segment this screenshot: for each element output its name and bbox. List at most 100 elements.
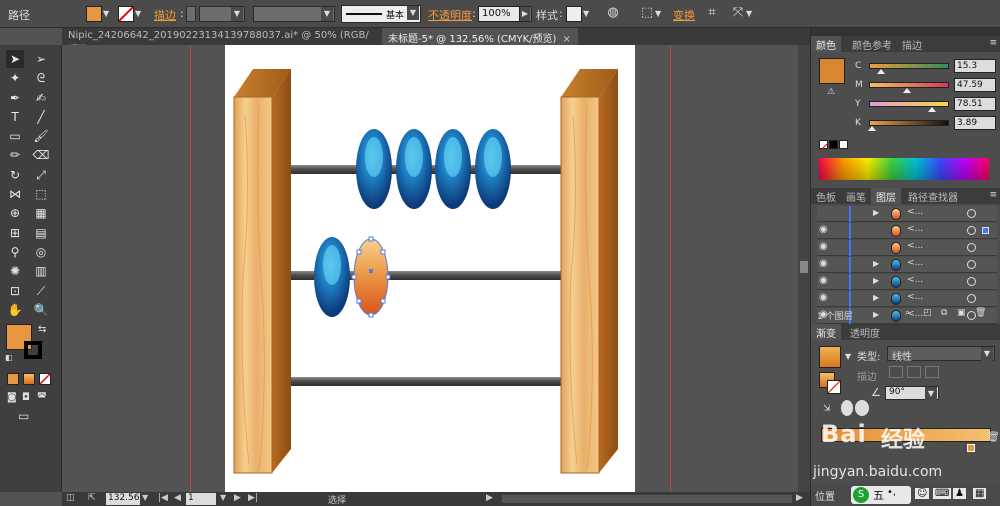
ime-mode[interactable]: 五 [873,487,884,503]
eraser-tool-icon[interactable]: ⌫ [32,146,50,164]
magic-wand-tool-icon[interactable]: ✦ [6,69,24,87]
channel-ramp[interactable] [869,101,949,107]
layer-name[interactable]: <... [907,224,923,234]
zoom-tool-icon[interactable]: 🔍 [32,301,50,319]
width-tool-icon[interactable]: ⋈ [6,185,24,203]
visibility-eye-icon[interactable]: ◉ [819,292,828,303]
layer-row[interactable]: ◉ ▶ <... [817,257,997,273]
shape-builder-tool-icon[interactable]: ⊕ [6,204,24,222]
symbol-sprayer-tool-icon[interactable]: ✺ [6,262,24,280]
transform-link[interactable]: 变换 [673,7,695,23]
doc-tab-nipic[interactable]: Nipic_24206642_20190223134139788037.ai* … [62,28,380,56]
target-icon[interactable] [967,209,976,218]
panel-menu-icon[interactable]: ≡ [989,38,997,48]
tab-brushes[interactable]: 画笔 [841,188,871,204]
stroke-weight-dropdown[interactable]: ▼ [199,6,245,22]
layer-row[interactable]: ◉ ▶ <... [817,291,997,307]
expand-icon[interactable]: ▶ [873,259,879,268]
chevron-down-icon[interactable]: ▼ [135,7,141,21]
brush-profile-dropdown[interactable]: 基本 ▼ [341,5,421,23]
white-swatch[interactable] [839,140,848,149]
none-swatch[interactable] [819,140,829,152]
recolor-icon[interactable]: ◍ [605,6,621,20]
expand-icon[interactable]: ▶ [873,208,879,217]
locate-object-icon[interactable]: ⌕ [905,308,910,318]
gradient-mode-icon[interactable] [23,373,35,385]
tab-stroke[interactable]: 描边 [897,36,927,52]
anchor-point[interactable] [368,312,374,318]
new-sublayer-icon[interactable]: ⧉ [941,308,947,318]
tab-color[interactable]: 颜色 [811,36,841,52]
anchor-point[interactable] [356,249,362,255]
stroke-swatch[interactable] [118,6,134,22]
tab-layers[interactable]: 图层 [871,188,901,204]
page-input[interactable]: 1 [186,493,216,505]
gradient-stroke-icon[interactable] [827,380,841,394]
yellow-slider[interactable]: Y 78.51 [819,96,997,114]
variable-width-dropdown[interactable]: ▼ [253,6,335,22]
visibility-eye-icon[interactable]: ◉ [819,224,828,235]
layer-name[interactable]: <... [907,275,923,285]
stroke-gradient-icon[interactable] [889,366,903,378]
chevron-down-icon[interactable]: ▼ [103,7,109,21]
visibility-eye-icon[interactable]: ◉ [819,258,828,269]
type-tool-icon[interactable]: T [6,108,24,126]
arrange-icon[interactable]: ⤧ [730,6,746,20]
expand-icon[interactable]: ▶ [873,293,879,302]
line-tool-icon[interactable]: ╱ [32,108,50,126]
color-spectrum[interactable] [819,158,989,180]
channel-ramp[interactable] [869,120,949,126]
perspective-grid-tool-icon[interactable]: ▦ [32,204,50,222]
channel-value[interactable]: 78.51 [954,97,996,111]
status-menu-icon[interactable]: ▶ [486,493,493,503]
target-icon[interactable] [967,243,976,252]
layer-name[interactable]: <... [907,292,923,302]
first-page-icon[interactable]: |◀ [158,493,168,503]
tab-pathfinder[interactable]: 路径查找器 [903,188,963,204]
slider-thumb[interactable] [868,126,877,131]
expand-icon[interactable]: ▶ [873,276,879,285]
chevron-down-icon[interactable]: ▼ [220,493,226,502]
fill-swatch[interactable] [86,6,102,22]
doc-tab-untitled[interactable]: 未标题-5* @ 132.56% (CMYK/预览) × [382,28,578,45]
chevron-down-icon[interactable]: ▼ [583,7,589,21]
color-mode-icon[interactable] [7,373,19,385]
target-icon[interactable] [967,294,976,303]
magenta-slider[interactable]: M 47.59 [819,77,997,95]
gradient-tool-icon[interactable]: ▤ [32,224,50,242]
chevron-down-icon[interactable]: ▼ [655,7,661,21]
opacity-link[interactable]: 不透明度 [428,7,472,23]
layer-name[interactable]: <... [907,207,923,217]
black-slider[interactable]: K 3.89 [819,115,997,133]
pencil-tool-icon[interactable]: ✏ [6,146,24,164]
layer-row[interactable]: ◉ <... [817,240,997,256]
close-icon[interactable]: × [562,34,570,45]
target-icon[interactable] [967,260,976,269]
blend-tool-icon[interactable]: ◎ [32,243,50,261]
delete-layer-icon[interactable]: 🗑 [975,308,986,318]
last-page-icon[interactable]: ▶| [248,493,258,503]
layer-row[interactable]: ◉ <... [817,223,997,239]
scroll-right-icon[interactable]: ▶ [796,493,803,503]
tab-swatches[interactable]: 色板 [811,188,841,204]
channel-value[interactable]: 47.59 [954,78,996,92]
eyedropper-tool-icon[interactable]: ⚲ [6,243,24,261]
tab-gradient[interactable]: 渐变 [811,324,841,340]
chevron-down-icon[interactable]: ▼ [142,493,148,502]
anchor-point[interactable] [356,298,362,304]
gradient-preview-swatch[interactable] [819,346,841,368]
slice-tool-icon[interactable]: ⟋ [32,282,50,300]
target-icon[interactable] [967,226,976,235]
canvas[interactable] [62,45,810,492]
rectangle-tool-icon[interactable]: ▭ [6,127,24,145]
vertical-scrollbar[interactable] [798,45,810,492]
stroke-link[interactable]: 描边 [154,7,176,23]
punctuation-icon[interactable]: •, [887,487,896,498]
channel-value[interactable]: 15.3 [954,59,996,73]
tab-color-guide[interactable]: 颜色参考 [847,36,897,52]
slider-thumb[interactable] [903,88,912,93]
layer-name[interactable]: <... [907,241,923,251]
default-colors-icon[interactable]: ◧ [5,351,13,365]
scale-tool-icon[interactable]: ⤢ [32,166,50,184]
opacity-input[interactable]: 100% [478,6,520,22]
